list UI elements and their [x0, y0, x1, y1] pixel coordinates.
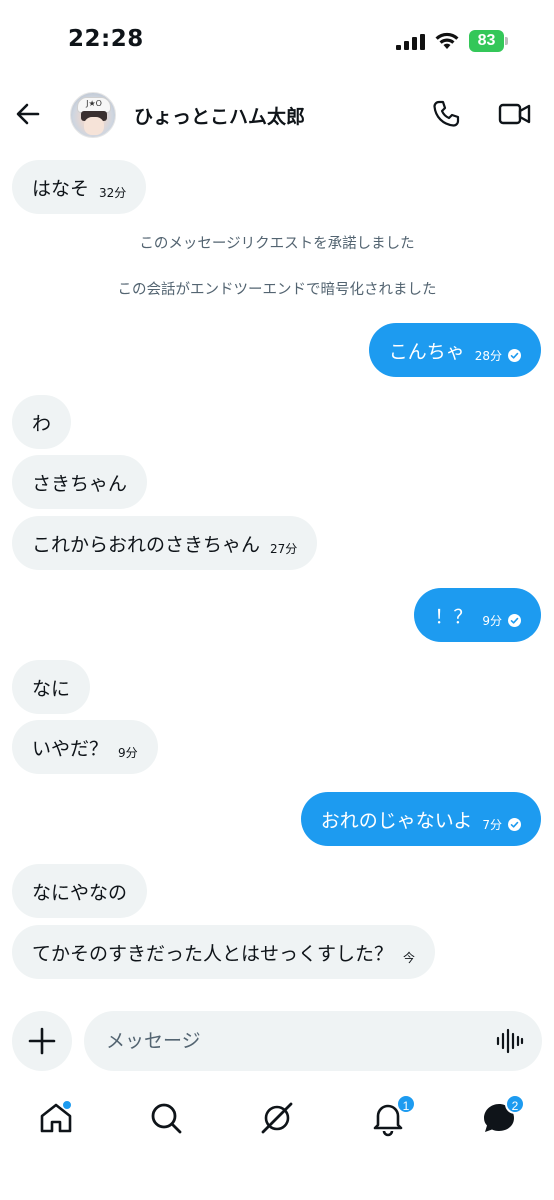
- notifications-badge: 1: [396, 1094, 416, 1114]
- message-bubble-incoming[interactable]: これからおれのさきちゃん 27分: [12, 516, 318, 570]
- home-unread-dot: [62, 1100, 72, 1110]
- nav-grok[interactable]: [257, 1098, 297, 1138]
- message-bubble-incoming[interactable]: さきちゃん: [12, 455, 148, 509]
- sent-check-icon: [508, 817, 521, 831]
- message-input[interactable]: [106, 1011, 486, 1071]
- message-time: 27分: [270, 541, 298, 556]
- nav-messages[interactable]: 2: [479, 1094, 525, 1138]
- message-text: さきちゃん: [32, 472, 128, 495]
- video-call-icon[interactable]: [498, 98, 532, 130]
- status-time: 22:28: [68, 26, 144, 52]
- message-text: はなそ: [32, 177, 90, 200]
- cellular-signal-icon: [396, 34, 425, 50]
- message-time: 32分: [99, 185, 127, 200]
- add-media-button[interactable]: [12, 1011, 72, 1071]
- sent-check-icon: [508, 348, 521, 362]
- message-bubble-incoming[interactable]: わ: [12, 395, 72, 449]
- wifi-icon: [435, 32, 459, 49]
- battery-level: 83: [469, 30, 504, 52]
- message-bubble-incoming[interactable]: なに: [12, 660, 91, 714]
- search-icon: [151, 1103, 182, 1134]
- grok-icon: [261, 1102, 293, 1134]
- message-text: おれのじゃないよ: [320, 809, 473, 832]
- message-text: なに: [32, 677, 71, 700]
- message-time: 7分: [482, 817, 502, 832]
- message-text: いやだ？: [32, 737, 109, 760]
- message-bubble-outgoing[interactable]: ！？ 9分: [414, 588, 541, 642]
- contact-name[interactable]: ひょっとこハム太郎: [134, 102, 305, 129]
- message-time: 今: [403, 950, 416, 965]
- message-text: なにやなの: [32, 881, 128, 904]
- nav-notifications[interactable]: 1: [368, 1094, 416, 1138]
- voice-message-icon[interactable]: [496, 1027, 524, 1055]
- nav-home[interactable]: [36, 1098, 76, 1138]
- status-bar: 22:28 83: [0, 0, 554, 80]
- sent-check-icon: [508, 613, 521, 627]
- system-message: このメッセージリクエストを承諾しました: [139, 236, 415, 252]
- message-bubble-outgoing[interactable]: おれのじゃないよ 7分: [300, 792, 541, 846]
- battery-tip: [505, 37, 508, 45]
- system-message: この会話がエンドツーエンドで暗号化されました: [117, 282, 437, 298]
- nav-search[interactable]: [146, 1098, 186, 1138]
- battery-indicator: 83: [469, 30, 509, 52]
- contact-avatar[interactable]: J★O: [70, 92, 116, 138]
- message-time: 9分: [118, 745, 138, 760]
- message-bubble-incoming[interactable]: いやだ？ 9分: [12, 720, 158, 774]
- message-text: わ: [32, 412, 52, 435]
- message-bubble-incoming[interactable]: なにやなの: [12, 864, 148, 918]
- message-text: これからおれのさきちゃん: [32, 533, 261, 556]
- bottom-navigation: 1 2: [0, 1090, 554, 1150]
- message-bubble-outgoing[interactable]: こんちゃ 28分: [368, 323, 541, 377]
- back-arrow-icon[interactable]: [12, 98, 44, 130]
- message-time: 28分: [474, 348, 502, 363]
- message-text: こんちゃ: [388, 340, 465, 363]
- phone-call-icon[interactable]: [430, 98, 462, 130]
- message-time: 9分: [482, 613, 502, 628]
- message-composer: [84, 1011, 542, 1071]
- message-text: ！？: [434, 605, 473, 628]
- conversation-header: J★O ひょっとこハム太郎: [0, 80, 554, 150]
- avatar-face: [84, 117, 104, 135]
- messages-badge: 2: [505, 1094, 525, 1114]
- message-bubble-incoming[interactable]: てかそのすきだった人とはせっくすした？ 今: [12, 925, 436, 979]
- message-bubble-incoming[interactable]: はなそ 32分: [12, 160, 147, 214]
- message-text: てかそのすきだった人とはせっくすした？: [32, 942, 394, 965]
- avatar-cap-text: J★O: [86, 99, 102, 108]
